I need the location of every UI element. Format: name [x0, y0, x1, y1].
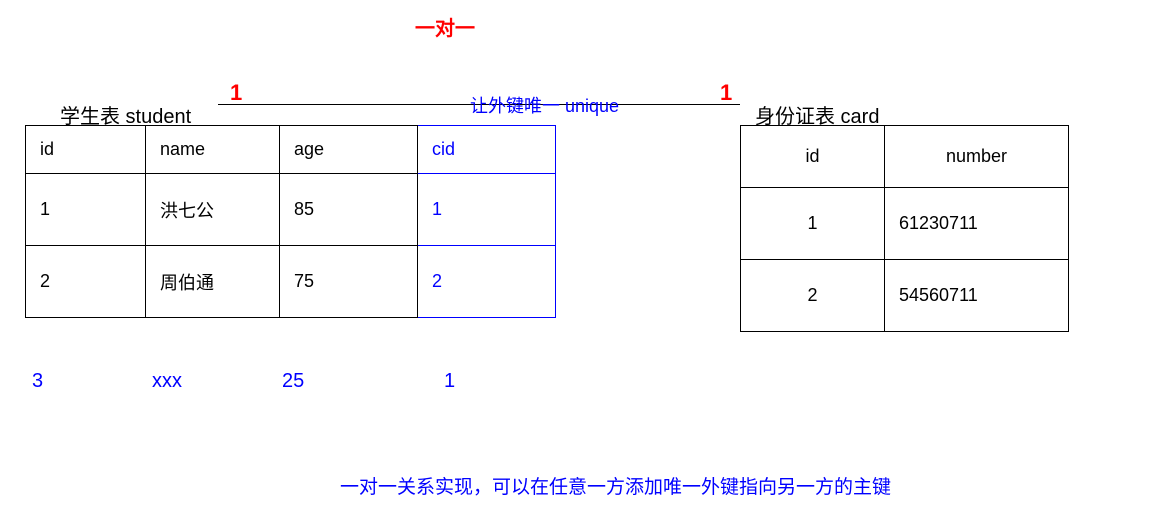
card-row: 2 54560711: [741, 260, 1069, 332]
bottom-explanation: 一对一关系实现，可以在任意一方添加唯一外键指向另一方的主键: [340, 472, 891, 499]
diagram-title: 一对一: [415, 12, 475, 41]
card-cell-id: 2: [741, 260, 885, 332]
cardinality-left: 1: [230, 80, 242, 106]
card-header-number: number: [885, 126, 1069, 188]
student-row: 1 洪七公 85 1: [26, 174, 556, 246]
student-cell-age: 85: [280, 174, 418, 246]
student-cell-id: 1: [26, 174, 146, 246]
student-cell-name: 周伯通: [146, 246, 280, 318]
card-cell-id: 1: [741, 188, 885, 260]
card-header-row: id number: [741, 126, 1069, 188]
student-extra-name: xxx: [152, 370, 182, 393]
card-header-id: id: [741, 126, 885, 188]
student-row: 2 周伯通 75 2: [26, 246, 556, 318]
unique-constraint-label: 让外键唯一 unique: [470, 92, 619, 118]
card-table: id number 1 61230711 2 54560711: [740, 125, 1069, 332]
cardinality-right: 1: [720, 80, 732, 106]
card-cell-number: 54560711: [885, 260, 1069, 332]
student-cell-cid: 2: [418, 246, 556, 318]
student-cell-cid: 1: [418, 174, 556, 246]
student-cell-name: 洪七公: [146, 174, 280, 246]
student-cell-id: 2: [26, 246, 146, 318]
student-table: id name age cid 1 洪七公 85 1 2 周伯通 75 2: [25, 125, 556, 318]
student-extra-cid: 1: [444, 370, 455, 393]
student-header-id: id: [26, 126, 146, 174]
card-cell-number: 61230711: [885, 188, 1069, 260]
student-header-age: age: [280, 126, 418, 174]
card-row: 1 61230711: [741, 188, 1069, 260]
student-header-row: id name age cid: [26, 126, 556, 174]
student-header-name: name: [146, 126, 280, 174]
student-header-cid: cid: [418, 126, 556, 174]
student-extra-id: 3: [32, 370, 43, 393]
student-cell-age: 75: [280, 246, 418, 318]
student-extra-age: 25: [282, 370, 304, 393]
